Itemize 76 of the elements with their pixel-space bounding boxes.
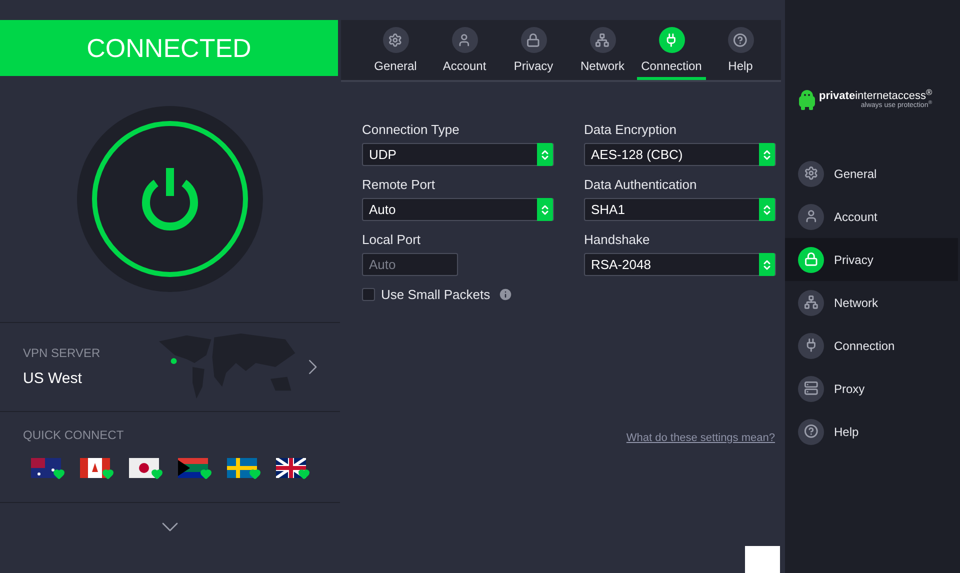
flag-icon — [276, 458, 306, 478]
dropdown[interactable]: AES-128 (CBC) — [584, 143, 776, 166]
dropdown-value: RSA-2048 — [590, 256, 652, 274]
sidebar-item[interactable]: Account — [785, 195, 958, 238]
gear-icon — [798, 160, 824, 186]
tab[interactable]: Privacy — [499, 20, 568, 80]
flag-icon — [227, 458, 257, 478]
heart-icon — [298, 468, 310, 480]
flag-button[interactable] — [31, 456, 65, 480]
stepper-icon — [759, 198, 775, 221]
tab[interactable]: Help — [706, 20, 775, 80]
field-label: Local Port — [362, 232, 422, 248]
dropdown-value: UDP — [368, 146, 398, 164]
flag-button[interactable] — [178, 456, 212, 480]
flag-button[interactable] — [80, 456, 114, 480]
field-label: Data Encryption — [584, 122, 678, 138]
input-field[interactable]: Auto — [362, 253, 458, 276]
section-label: VPN SERVER — [23, 344, 102, 362]
dropdown[interactable]: SHA1 — [584, 198, 776, 221]
lock-icon — [798, 246, 824, 272]
heart-icon — [102, 468, 114, 480]
heart-icon — [151, 468, 163, 480]
tab[interactable]: Connection — [637, 20, 706, 80]
tab[interactable]: Account — [430, 20, 499, 80]
field-label: Handshake — [584, 232, 651, 248]
flag-button[interactable] — [129, 456, 163, 480]
field-label: Connection Type — [362, 122, 460, 138]
field-label: Remote Port — [362, 177, 436, 193]
stepper-icon — [537, 198, 553, 221]
sidebar-item[interactable]: Proxy — [785, 367, 958, 410]
user-icon — [452, 27, 478, 53]
dropdown[interactable]: UDP — [362, 143, 554, 166]
robot-logo-icon — [798, 90, 816, 110]
tab[interactable]: General — [361, 20, 430, 80]
plug-icon — [798, 332, 824, 358]
stepper-icon — [759, 253, 775, 276]
stepper-icon — [537, 143, 553, 166]
flag-icon — [129, 458, 159, 478]
flag-icon — [80, 458, 110, 478]
help-icon — [798, 418, 824, 444]
sidebar-item[interactable]: General — [785, 152, 958, 195]
dropdown-value: Auto — [368, 200, 397, 219]
flag-button[interactable] — [227, 456, 261, 480]
server-name: US West — [23, 368, 83, 389]
sidebar-item[interactable]: Help — [785, 410, 958, 453]
dropdown[interactable]: RSA-2048 — [584, 253, 776, 276]
network-icon — [798, 290, 824, 316]
stepper-icon — [759, 143, 775, 166]
server-icon — [798, 376, 824, 402]
heart-icon — [249, 468, 261, 480]
flag-button[interactable] — [276, 456, 310, 480]
sidebar-item[interactable]: Network — [785, 281, 958, 324]
tab[interactable]: Network — [568, 20, 637, 80]
blank-block — [745, 546, 780, 573]
info-icon[interactable] — [498, 287, 514, 302]
dropdown[interactable]: Auto — [362, 198, 554, 221]
status-text: CONNECTED — [86, 32, 252, 64]
field-label: Data Authentication — [584, 177, 698, 193]
gear-icon — [382, 27, 408, 53]
sidebar-item[interactable]: Privacy — [785, 238, 958, 281]
network-icon — [590, 27, 616, 53]
lock-icon — [520, 27, 546, 53]
dropdown-value: AES-128 (CBC) — [590, 146, 684, 164]
dropdown-value: SHA1 — [590, 200, 626, 219]
section-label: QUICK CONNECT — [23, 427, 125, 444]
flag-icon — [178, 458, 208, 478]
heart-icon — [53, 468, 65, 480]
help-icon — [728, 27, 754, 53]
heart-icon — [200, 468, 212, 480]
help-link[interactable]: What do these settings mean? — [626, 430, 775, 446]
sidebar-item[interactable]: Connection — [785, 324, 958, 367]
plug-icon — [658, 27, 684, 53]
checkbox-label: Use Small Packets — [381, 286, 490, 304]
user-icon — [798, 204, 824, 230]
checkbox[interactable]: Use Small Packets — [362, 285, 554, 304]
flag-icon — [31, 458, 61, 478]
